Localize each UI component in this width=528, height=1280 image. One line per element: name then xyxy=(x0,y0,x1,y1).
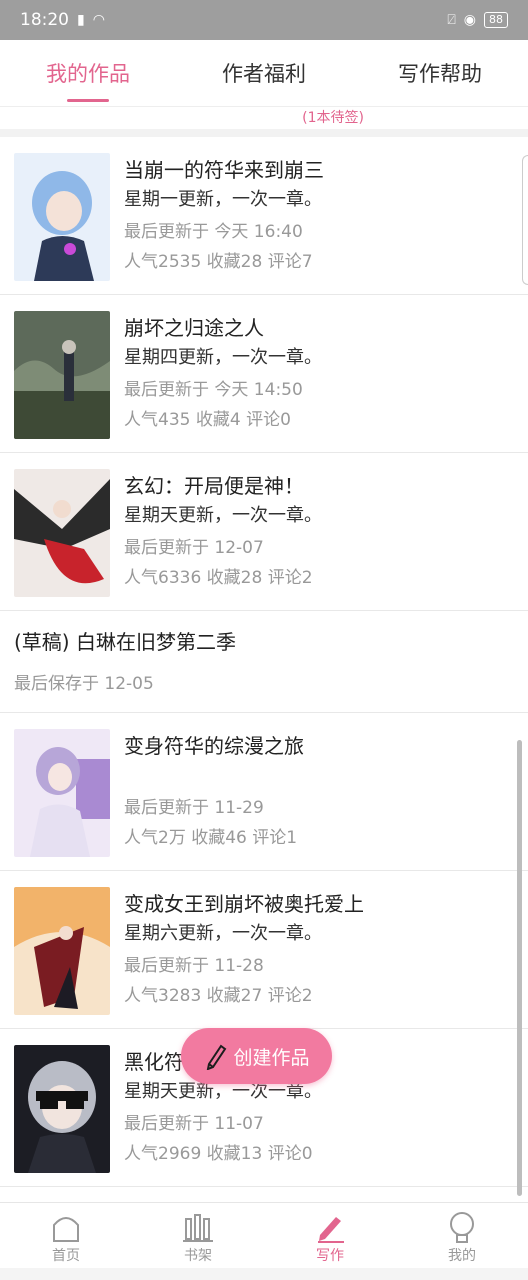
work-schedule: 星期一更新，一次一章。 xyxy=(124,189,322,210)
status-time: 18:20 xyxy=(20,10,69,30)
work-item[interactable]: 玄幻：开局便是神！ 星期天更新，一次一章。 最后更新于 12-07 人气6336… xyxy=(0,453,528,611)
work-stats: 人气2535 收藏28 评论7 xyxy=(124,252,313,272)
work-title: 变成女王到崩坏被奥托爱上 xyxy=(124,892,364,916)
nav-label: 书架 xyxy=(184,1248,212,1264)
wifi-icon: ◠ xyxy=(92,12,105,28)
tab-label: 我的作品 xyxy=(46,62,130,86)
nav-label: 首页 xyxy=(52,1248,80,1264)
work-stats: 人气3283 收藏27 评论2 xyxy=(124,986,313,1006)
draft-title: (草稿) 白琳在旧梦第二季 xyxy=(14,630,236,654)
book-cover-image xyxy=(14,311,110,439)
work-updated: 最后更新于 11-28 xyxy=(124,956,264,976)
work-item[interactable]: 崩坏之归途之人 星期四更新，一次一章。 最后更新于 今天 14:50 人气435… xyxy=(0,295,528,453)
bookshelf-icon xyxy=(182,1211,214,1245)
pending-signing-note[interactable]: (1本待签) xyxy=(0,107,528,129)
system-gesture-bar xyxy=(0,1268,528,1280)
signal-icon: ▮ xyxy=(77,12,85,28)
tab-writing-help[interactable]: 写作帮助 xyxy=(398,48,482,98)
work-title: 变身符华的综漫之旅 xyxy=(124,734,304,758)
pen-icon xyxy=(314,1211,346,1245)
nav-home[interactable]: 首页 xyxy=(6,1211,126,1265)
active-tab-indicator xyxy=(67,99,109,102)
create-work-button[interactable]: 创建作品 xyxy=(181,1028,332,1084)
book-cover-image xyxy=(14,729,110,857)
draft-saved-time: 最后保存于 12-05 xyxy=(14,674,154,694)
tab-label: 作者福利 xyxy=(222,62,306,86)
work-title: 崩坏之归途之人 xyxy=(124,316,264,340)
tab-my-works[interactable]: 我的作品 xyxy=(46,48,130,102)
book-cover-image xyxy=(14,469,110,597)
book-cover-image xyxy=(14,153,110,281)
nav-profile[interactable]: 我的 xyxy=(402,1211,522,1265)
work-updated: 最后更新于 今天 14:50 xyxy=(124,380,303,400)
work-item[interactable]: 变身符华的综漫之旅 最后更新于 11-29 人气2万 收藏46 评论1 xyxy=(0,713,528,871)
nav-write[interactable]: 写作 xyxy=(270,1211,390,1265)
profile-icon xyxy=(446,1211,478,1245)
book-cover-image xyxy=(14,887,110,1015)
work-schedule: 星期六更新，一次一章。 xyxy=(124,923,322,944)
work-updated: 最后更新于 11-29 xyxy=(124,798,264,818)
work-stats: 人气435 收藏4 评论0 xyxy=(124,410,291,430)
home-icon xyxy=(50,1211,82,1245)
draft-item[interactable]: (草稿) 白琳在旧梦第二季 最后保存于 12-05 xyxy=(0,611,528,713)
work-schedule: 星期四更新，一次一章。 xyxy=(124,347,322,368)
work-title: 玄幻：开局便是神！ xyxy=(124,474,304,498)
work-updated: 最后更新于 11-07 xyxy=(124,1114,264,1134)
vibrate-icon: ⍁ xyxy=(447,12,456,28)
create-work-label: 创建作品 xyxy=(233,1046,310,1069)
battery-icon: 88 xyxy=(484,12,508,28)
book-cover-image xyxy=(14,1045,110,1173)
status-bar: 18:20 ▮ ◠ ⍁ ◉ 88 xyxy=(0,0,528,40)
tab-author-benefits[interactable]: 作者福利 xyxy=(222,48,306,98)
section-gap xyxy=(0,129,528,137)
tab-label: 写作帮助 xyxy=(398,62,482,86)
scrollbar[interactable] xyxy=(517,740,522,1196)
work-schedule: 星期天更新，一次一章。 xyxy=(124,1081,322,1102)
work-item[interactable]: 当崩一的符华来到崩三 星期一更新，一次一章。 最后更新于 今天 16:40 人气… xyxy=(0,137,528,295)
top-tabs: 我的作品 作者福利 写作帮助 xyxy=(0,40,528,106)
nav-label: 写作 xyxy=(316,1248,344,1264)
work-stats: 人气2万 收藏46 评论1 xyxy=(124,828,298,848)
work-stats: 人气6336 收藏28 评论2 xyxy=(124,568,313,588)
work-stats: 人气2969 收藏13 评论0 xyxy=(124,1144,313,1164)
work-schedule: 星期天更新，一次一章。 xyxy=(124,505,322,526)
work-item[interactable]: 变成女王到崩坏被奥托爱上 星期六更新，一次一章。 最后更新于 11-28 人气3… xyxy=(0,871,528,1029)
side-drawer-handle[interactable] xyxy=(522,155,528,285)
work-updated: 最后更新于 12-07 xyxy=(124,538,264,558)
nav-label: 我的 xyxy=(448,1248,476,1264)
work-schedule xyxy=(124,761,514,791)
lock-rotation-icon: ◉ xyxy=(463,12,476,28)
pen-icon xyxy=(203,1042,227,1070)
bottom-navigation: 首页 书架 写作 我的 xyxy=(0,1202,528,1268)
work-updated: 最后更新于 今天 16:40 xyxy=(124,222,303,242)
work-title: 当崩一的符华来到崩三 xyxy=(124,158,324,182)
nav-bookshelf[interactable]: 书架 xyxy=(138,1211,258,1265)
